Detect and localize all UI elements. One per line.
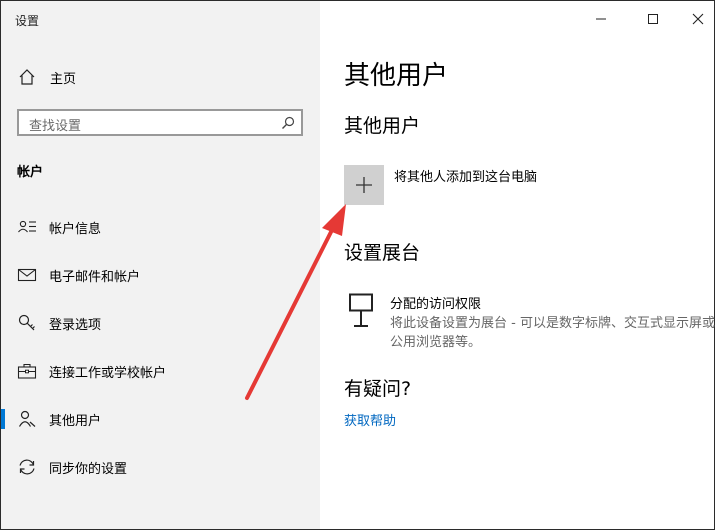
mail-icon xyxy=(17,268,37,282)
sidebar-home[interactable]: 主页 xyxy=(17,67,76,87)
sidebar-item-label: 电子邮件和帐户 xyxy=(49,269,141,285)
search-input[interactable]: 查找设置 xyxy=(17,109,303,136)
sidebar-item-label: 其他用户 xyxy=(49,413,102,429)
add-user-button[interactable] xyxy=(344,165,384,205)
person-icon xyxy=(18,410,36,427)
key-icon xyxy=(18,314,35,331)
briefcase-icon xyxy=(17,363,37,379)
plus-icon xyxy=(356,177,372,193)
account-info-icon xyxy=(18,220,36,233)
sidebar-item-label: 帐户信息 xyxy=(49,221,102,237)
help-heading: 有疑问? xyxy=(344,378,412,400)
sidebar-item-email[interactable]: 电子邮件和帐户 xyxy=(1,261,319,289)
assigned-access-link[interactable]: 分配的访问权限 xyxy=(390,293,481,312)
section-title: 帐户 xyxy=(17,165,44,180)
sidebar-item-account-info[interactable]: 帐户信息 xyxy=(1,213,319,241)
kiosk-icon xyxy=(349,293,373,327)
close-button[interactable] xyxy=(691,12,705,26)
kiosk-heading: 设置展台 xyxy=(344,242,421,264)
main-content: 其他用户 其他用户 将其他人添加到这台电脑 设置展台 分配的访问权限 将此设备设… xyxy=(320,1,715,529)
sidebar: 设置 主页 查找设置 帐户 帐户信息 电子邮件和帐户 登录选项 连接工作或学校帐… xyxy=(1,1,320,529)
add-user-label[interactable]: 将其他人添加到这台电脑 xyxy=(394,166,537,185)
sync-icon xyxy=(19,459,35,475)
sidebar-item-label: 登录选项 xyxy=(49,317,102,333)
other-users-heading: 其他用户 xyxy=(344,115,421,137)
maximize-button[interactable] xyxy=(646,12,660,26)
window-title: 设置 xyxy=(15,14,40,28)
sidebar-item-sync[interactable]: 同步你的设置 xyxy=(1,453,319,481)
search-placeholder: 查找设置 xyxy=(29,119,82,134)
sidebar-item-signin[interactable]: 登录选项 xyxy=(1,309,319,337)
sidebar-item-work-school[interactable]: 连接工作或学校帐户 xyxy=(1,357,319,385)
sidebar-item-label: 连接工作或学校帐户 xyxy=(49,365,167,381)
page-title: 其他用户 xyxy=(344,61,449,91)
search-icon[interactable] xyxy=(280,115,296,131)
assigned-access-desc: 将此设备设置为展台 - 可以是数字标牌、交互式显示屏或公用浏览器等。 xyxy=(390,316,715,350)
home-label: 主页 xyxy=(50,71,77,87)
get-help-link[interactable]: 获取帮助 xyxy=(344,410,396,429)
sidebar-item-label: 同步你的设置 xyxy=(49,461,128,477)
minimize-button[interactable] xyxy=(594,12,608,26)
home-icon xyxy=(19,69,35,85)
sidebar-item-other-users[interactable]: 其他用户 xyxy=(1,405,319,433)
